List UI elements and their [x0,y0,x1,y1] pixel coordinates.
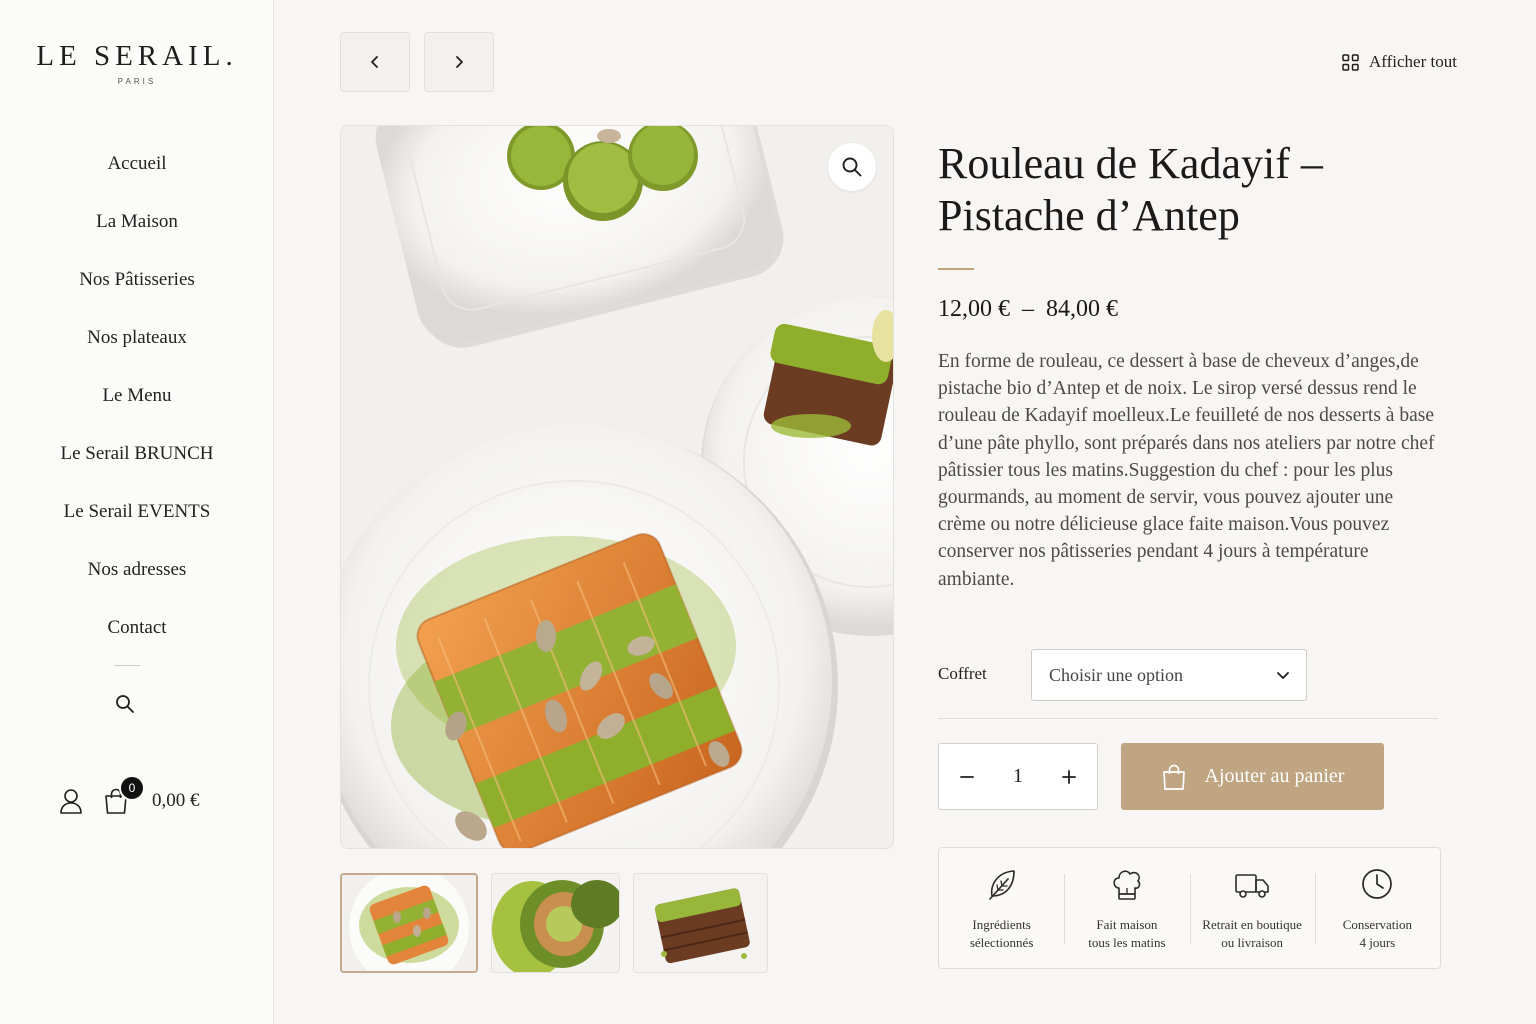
logo-city: PARIS [117,77,157,86]
logo[interactable]: LE SERAIL. PARIS [0,40,274,86]
nav-item-la-maison[interactable]: La Maison [0,193,274,251]
feature-text: Ingrédients sélectionnés [969,917,1034,950]
product-title: Rouleau de Kadayif – Pistache d’Antep [938,139,1323,240]
nav-item-nos-adresses[interactable]: Nos adresses [0,541,274,599]
nav-item-nos-patisseries[interactable]: Nos Pâtisseries [0,251,274,309]
product-price-range: 12,00 € – 84,00 € [938,296,1118,322]
clock-icon [1362,869,1393,899]
product-main-image[interactable] [340,125,894,849]
add-to-cart-label: Ajouter au panier [1204,765,1345,787]
chevron-right-icon [456,56,463,68]
logo-wordmark: LE SERAIL. [36,40,238,72]
feature-text: Fait maison tous les matins [1088,917,1166,950]
feature-text: Conservation 4 jours [1342,917,1413,950]
grid-icon [1342,53,1359,71]
nav-divider [114,665,140,666]
product-features: Ingrédients sélectionnés Fait maison tou… [938,847,1441,969]
feature-homemade: Fait maison tous les matins [1064,848,1189,968]
feature-conservation: Conservation 4 jours [1314,848,1440,968]
user-icon[interactable] [58,787,84,815]
nav-item-brunch[interactable]: Le Serail BRUNCH [0,425,274,483]
cart-count-badge: 0 [119,775,145,801]
quantity-value[interactable]: 1 [1013,765,1023,788]
leaf-icon [988,870,1015,900]
truck-icon [1235,874,1269,898]
nav-item-contact[interactable]: Contact [0,599,274,657]
chevron-left-icon [371,56,378,68]
thumbnail-image [492,874,619,972]
previous-product-button[interactable] [340,32,410,92]
quantity-stepper: 1 [938,743,1098,810]
nav-item-events[interactable]: Le Serail EVENTS [0,483,274,541]
next-product-button[interactable] [424,32,494,92]
nav-item-accueil[interactable]: Accueil [0,135,274,193]
feature-text: Retrait en boutique ou livraison [1202,917,1302,950]
nav-item-le-menu[interactable]: Le Menu [0,367,274,425]
plus-icon [1062,769,1076,784]
show-all-link[interactable]: Afficher tout [1342,52,1457,72]
sidebar: LE SERAIL. PARIS Accueil La Maison Nos P… [0,0,274,1024]
thumbnail-image [634,874,767,972]
kadayif-photo [341,126,893,848]
add-to-cart-button[interactable]: Ajouter au panier [1121,743,1384,810]
form-divider [938,718,1438,719]
thumbnail-1[interactable] [340,873,478,973]
title-divider [938,268,974,270]
search-icon[interactable] [114,693,136,715]
product-description: En forme de rouleau, ce dessert à base d… [938,351,1435,590]
magnifier-icon [842,157,862,177]
thumbnail-3[interactable] [633,873,768,973]
main-nav: Accueil La Maison Nos Pâtisseries Nos pl… [0,135,274,657]
feature-ingredients: Ingrédients sélectionnés [939,848,1064,968]
coffret-select[interactable]: Choisir une option [1031,649,1307,701]
thumbnail-2[interactable] [491,873,620,973]
variant-label: Coffret [938,664,987,683]
nav-item-nos-plateaux[interactable]: Nos plateaux [0,309,274,367]
increase-quantity-button[interactable] [1057,765,1081,789]
zoom-button[interactable] [828,143,876,191]
feature-delivery: Retrait en boutique ou livraison [1189,848,1315,968]
thumbnail-image [342,875,476,971]
minus-icon [960,775,974,778]
chevron-down-icon [1277,672,1289,679]
show-all-label: Afficher tout [1369,52,1457,71]
select-value: Choisir une option [1049,664,1183,685]
decrease-quantity-button[interactable] [955,765,979,789]
cart-total[interactable]: 0,00 € [152,790,200,812]
shopping-bag-icon [1162,764,1185,790]
chef-hat-icon [1113,870,1141,900]
